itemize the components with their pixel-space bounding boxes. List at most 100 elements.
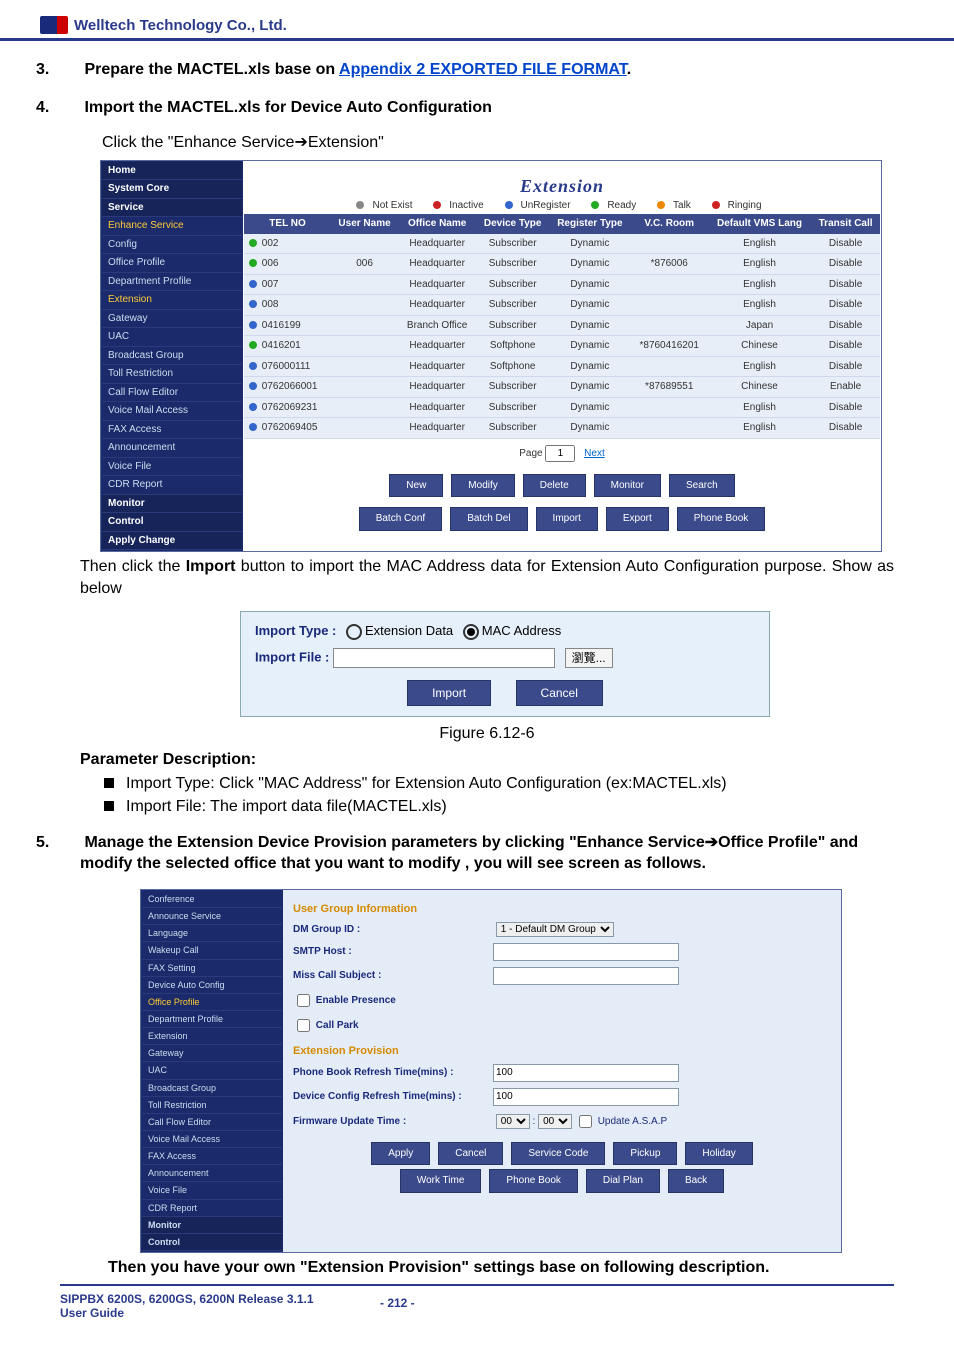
dc-refresh-input[interactable] [493,1088,679,1106]
sidebar-item[interactable]: Toll Restriction [102,365,242,384]
button-row-1: New Modify Delete Monitor Search [244,468,880,508]
table-row[interactable]: 0762066001HeadquarterSubscriberDynamic*8… [244,377,880,398]
sidebar-item[interactable]: FAX Access [142,1148,282,1165]
sidebar-system-core[interactable]: System Core [102,180,242,199]
panel-title: Extension [244,172,880,199]
appendix-link[interactable]: Appendix 2 EXPORTED FILE FORMAT [339,61,627,78]
smtp-input[interactable] [493,943,679,961]
table-row[interactable]: 0416201HeadquarterSoftphoneDynamic*87604… [244,336,880,357]
update-asap-check[interactable] [579,1115,592,1128]
apply-button[interactable]: Apply [371,1142,430,1166]
sidebar-item[interactable]: CDR Report [102,476,242,495]
pb-refresh-input[interactable] [493,1064,679,1082]
sidebar-item[interactable]: Call Flow Editor [142,1114,282,1131]
table-row[interactable]: 002HeadquarterSubscriberDynamicEnglishDi… [244,234,880,254]
sidebar-item[interactable]: Gateway [142,1045,282,1062]
sidebar-item[interactable]: Gateway [102,310,242,329]
page-input[interactable] [545,445,575,462]
call-park-check[interactable] [297,1019,310,1032]
sidebar-item[interactable]: FAX Setting [142,960,282,977]
sidebar-item[interactable]: Call Flow Editor [102,384,242,403]
monitor-button[interactable]: Monitor [594,474,661,498]
fw-hour-select[interactable]: 00 [496,1114,530,1129]
sidebar-item[interactable]: Voice File [102,458,242,477]
sidebar-item[interactable]: Language [142,925,282,942]
table-row[interactable]: 008HeadquarterSubscriberDynamicEnglishDi… [244,295,880,316]
cancel-button[interactable]: Cancel [438,1142,503,1166]
sidebar-item[interactable]: Broadcast Group [142,1080,282,1097]
miss-call-input[interactable] [493,967,679,985]
sidebar-control[interactable]: Control [102,513,242,532]
sidebar-home[interactable]: Home [102,162,242,181]
enable-presence-check[interactable] [297,994,310,1007]
sidebar-item[interactable]: Department Profile [142,1011,282,1028]
sidebar-item[interactable]: Voice File [142,1182,282,1199]
sidebar-item[interactable]: FAX Access [102,421,242,440]
sidebar-item[interactable]: Voice Mail Access [102,402,242,421]
sidebar-item[interactable]: Office Profile [102,254,242,273]
cancel-button[interactable]: Cancel [516,680,603,706]
new-button[interactable]: New [389,474,443,498]
table-row[interactable]: 006006HeadquarterSubscriberDynamic*87600… [244,254,880,275]
sidebar-item[interactable]: Control [142,1234,282,1251]
sidebar-item[interactable]: Extension [102,291,242,310]
list-item: Import Type: Click "MAC Address" for Ext… [102,773,894,795]
sidebar-item[interactable]: Broadcast Group [102,347,242,366]
import-button[interactable]: Import [407,680,491,706]
batch-del-button[interactable]: Batch Del [450,507,527,531]
back-button[interactable]: Back [668,1169,724,1193]
company-name: Welltech Technology Co., Ltd. [74,17,287,34]
col-header: Device Type [476,214,549,234]
table-row[interactable]: 007HeadquarterSubscriberDynamicEnglishDi… [244,274,880,295]
sidebar-item[interactable]: Toll Restriction [142,1097,282,1114]
sidebar-item[interactable]: Monitor [142,1217,282,1234]
sidebar-item[interactable]: Office Profile [142,994,282,1011]
pickup-button[interactable]: Pickup [613,1142,677,1166]
sidebar-item[interactable]: Wakeup Call [142,942,282,959]
import-file-input[interactable] [333,648,555,668]
work-time-button[interactable]: Work Time [400,1169,482,1193]
service-code-button[interactable]: Service Code [511,1142,605,1166]
sidebar-apply[interactable]: Apply Change [102,532,242,551]
fw-min-select[interactable]: 00 [538,1114,572,1129]
page-header: Welltech Technology Co., Ltd. [0,0,954,41]
col-header: TEL NO [244,214,331,234]
table-row[interactable]: 0416199Branch OfficeSubscriberDynamicJap… [244,315,880,336]
phone-book-button[interactable]: Phone Book [489,1169,578,1193]
sidebar-item[interactable]: Department Profile [102,273,242,292]
import-button[interactable]: Import [536,507,598,531]
search-button[interactable]: Search [669,474,735,498]
table-row[interactable]: 0762069405HeadquarterSubscriberDynamicEn… [244,418,880,439]
sidebar-item[interactable]: Announce Service [142,908,282,925]
sidebar-item[interactable]: Conference [142,891,282,908]
delete-button[interactable]: Delete [523,474,586,498]
table-row[interactable]: 076000111HeadquarterSoftphoneDynamicEngl… [244,356,880,377]
sidebar-item[interactable]: CDR Report [142,1200,282,1217]
sidebar-monitor[interactable]: Monitor [102,495,242,514]
sidebar-item[interactable]: Announcement [102,439,242,458]
dm-group-select[interactable]: 1 - Default DM Group [496,922,614,937]
sidebar-enhance[interactable]: Enhance Service [102,217,242,236]
table-row[interactable]: 0762069231HeadquarterSubscriberDynamicEn… [244,397,880,418]
dot-unregister-icon [505,201,513,209]
sidebar-item[interactable]: UAC [142,1062,282,1079]
after-shot1-text: Then click the Import button to import t… [80,556,894,599]
holiday-button[interactable]: Holiday [685,1142,752,1166]
sidebar-item[interactable]: Device Auto Config [142,977,282,994]
export-button[interactable]: Export [606,507,669,531]
sidebar-item[interactable]: Config [102,236,242,255]
sidebar-item[interactable]: Voice Mail Access [142,1131,282,1148]
batch-conf-button[interactable]: Batch Conf [359,507,442,531]
sidebar-item[interactable]: UAC [102,328,242,347]
step-4: 4. Import the MACTEL.xls for Device Auto… [58,97,894,119]
modify-button[interactable]: Modify [451,474,514,498]
sidebar-item[interactable]: Announcement [142,1165,282,1182]
browse-button[interactable]: 瀏覽... [565,648,613,668]
dial-plan-button[interactable]: Dial Plan [586,1169,660,1193]
radio-mac-address[interactable] [463,624,479,640]
radio-extension-data[interactable] [346,624,362,640]
next-link[interactable]: Next [584,448,605,459]
sidebar-service[interactable]: Service [102,199,242,218]
sidebar-item[interactable]: Extension [142,1028,282,1045]
phone-book-button[interactable]: Phone Book [677,507,766,531]
